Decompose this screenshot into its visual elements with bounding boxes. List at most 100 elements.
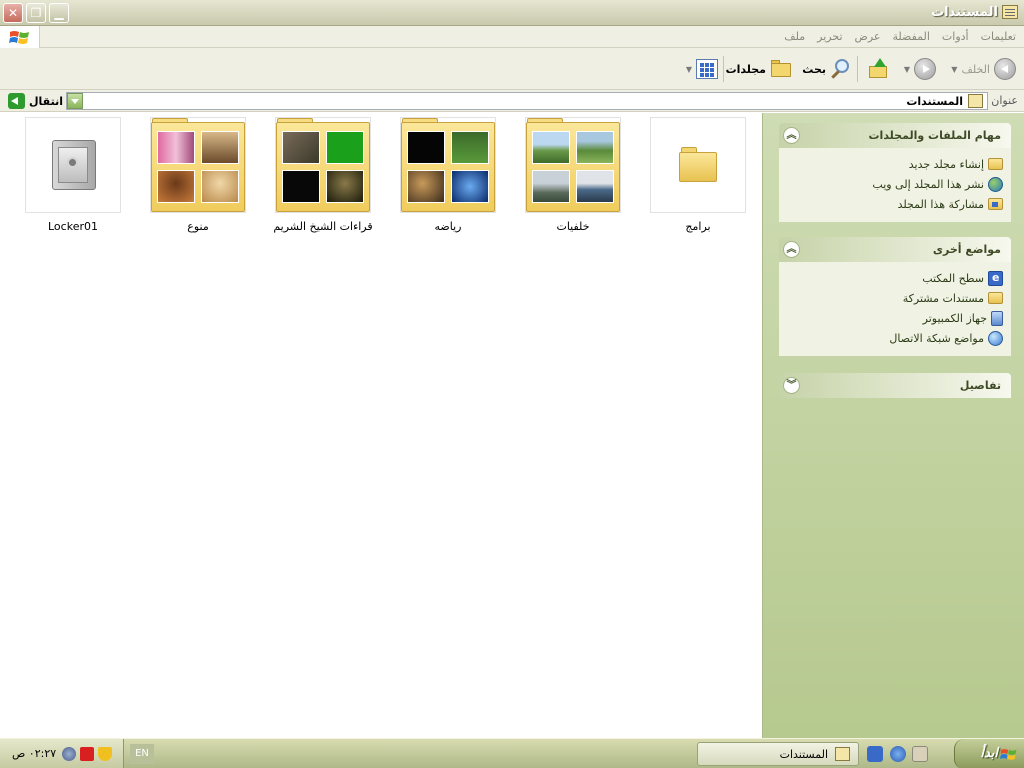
panel-header[interactable]: تفاصيل ︾	[779, 373, 1011, 398]
maximize-button[interactable]: ❐	[26, 3, 46, 23]
desktop-link[interactable]: سطح المكتب	[787, 268, 1003, 288]
network-places-link[interactable]: مواضع شبكة الاتصال	[787, 328, 1003, 348]
views-dropdown-icon[interactable]: ▼	[686, 65, 692, 74]
desktop-icon	[988, 270, 1003, 286]
file-list[interactable]: برامج خلفيات رياضه قراءات الشيخ الشريم م…	[0, 113, 762, 738]
folder-thumbnail	[400, 117, 496, 213]
internet-explorer-icon[interactable]	[867, 746, 883, 762]
folder-item[interactable]: رياضه	[398, 117, 498, 233]
menu-view[interactable]: عرض	[855, 30, 881, 43]
start-label: ابدأ	[980, 746, 998, 761]
taskbar-window-button[interactable]: المستندات	[697, 742, 859, 766]
item-label: خلفيات	[556, 220, 590, 233]
windows-logo	[0, 26, 40, 48]
address-field[interactable]: المستندات	[66, 92, 988, 110]
item-label: برامج	[685, 220, 711, 233]
item-label: منوع	[187, 220, 209, 233]
minimize-icon: ▁	[54, 6, 64, 20]
folder-icon	[988, 292, 1003, 304]
address-dropdown-icon[interactable]	[67, 93, 83, 109]
folder-item[interactable]: قراءات الشيخ الشريم	[273, 117, 373, 233]
item-label: رياضه	[434, 220, 462, 233]
panel-title: مهام الملفات والمجلدات	[868, 129, 1002, 142]
close-button[interactable]: ✕	[3, 3, 23, 23]
up-button[interactable]	[867, 56, 889, 82]
back-button[interactable]: الخلف ▼	[951, 56, 1016, 82]
start-button[interactable]: ابدأ	[954, 739, 1024, 768]
network-icon	[988, 330, 1003, 346]
antivirus-icon[interactable]	[80, 747, 94, 761]
folder-item[interactable]: برامج	[648, 117, 748, 233]
back-arrow-icon	[994, 58, 1016, 80]
address-bar: عنوان المستندات انتقال	[0, 90, 1024, 112]
folder-icon	[770, 60, 792, 78]
taskbar-window-label: المستندات	[779, 748, 828, 761]
folders-button[interactable]: مجلدات	[726, 56, 792, 82]
file-item[interactable]: Locker01	[23, 117, 123, 233]
address-label: عنوان	[991, 94, 1018, 107]
folder-item[interactable]: منوع	[148, 117, 248, 233]
folder-item[interactable]: خلفيات	[523, 117, 623, 233]
share-folder-link[interactable]: مشاركة هذا المجلد	[787, 194, 1003, 214]
expand-icon[interactable]: ︾	[783, 377, 800, 394]
details-panel: تفاصيل ︾	[779, 373, 1011, 398]
computer-icon	[991, 310, 1003, 326]
documents-folder-icon	[835, 747, 850, 761]
views-button[interactable]: ▼	[686, 56, 718, 82]
folder-up-icon	[867, 58, 889, 80]
item-label: قراءات الشيخ الشريم	[273, 220, 373, 233]
back-dropdown-icon[interactable]: ▼	[951, 65, 957, 74]
documents-folder-icon	[968, 94, 983, 108]
taskbar: ابدأ المستندات EN ٠٢:٢٧ ص	[0, 738, 1024, 768]
close-icon: ✕	[7, 6, 19, 20]
folders-label: مجلدات	[725, 62, 766, 76]
collapse-icon[interactable]: ︽	[783, 127, 800, 144]
forward-button[interactable]: ▼	[904, 56, 936, 82]
go-arrow-icon	[8, 93, 25, 109]
show-desktop-icon[interactable]	[912, 746, 928, 762]
go-button[interactable]: انتقال	[8, 93, 63, 109]
views-grid-icon	[696, 59, 718, 79]
panel-title: مواضع أخرى	[932, 243, 1001, 256]
share-folder-icon	[988, 198, 1003, 210]
go-label: انتقال	[29, 94, 63, 108]
my-computer-link[interactable]: جهاز الكمبيوتر	[787, 308, 1003, 328]
network-tray-icon[interactable]	[62, 747, 76, 761]
forward-dropdown-icon[interactable]: ▼	[904, 65, 910, 74]
menu-file[interactable]: ملف	[784, 30, 805, 43]
documents-folder-icon	[1002, 5, 1018, 19]
clock: ٠٢:٢٧ ص	[12, 747, 57, 760]
folder-icon	[679, 146, 717, 184]
search-button[interactable]: بحث	[802, 56, 852, 82]
search-label: بحث	[802, 62, 826, 76]
security-shield-icon[interactable]	[98, 747, 112, 761]
publish-web-link[interactable]: نشر هذا المجلد إلى ويب	[787, 174, 1003, 194]
menu-edit[interactable]: تحرير	[817, 30, 842, 43]
address-value: المستندات	[906, 95, 963, 108]
toolbar: الخلف ▼ ▼ بحث مجلدات ▼	[0, 48, 1024, 90]
menu-tools[interactable]: أدوات	[942, 30, 969, 43]
magnifier-icon	[830, 58, 852, 80]
media-player-icon[interactable]	[890, 746, 906, 762]
folder-thumbnail	[275, 117, 371, 213]
task-pane: مهام الملفات والمجلدات ︽ إنشاء مجلد جديد…	[762, 113, 1024, 738]
safe-icon	[52, 140, 96, 190]
menu-favorites[interactable]: المفضلة	[892, 30, 929, 43]
shared-documents-link[interactable]: مستندات مشتركة	[787, 288, 1003, 308]
windows-logo-icon	[1000, 749, 1017, 760]
new-folder-link[interactable]: إنشاء مجلد جديد	[787, 154, 1003, 174]
file-tasks-panel: مهام الملفات والمجلدات ︽ إنشاء مجلد جديد…	[779, 123, 1011, 222]
panel-header[interactable]: مهام الملفات والمجلدات ︽	[779, 123, 1011, 148]
menu-bar: ملف تحرير عرض المفضلة أدوات تعليمات	[0, 26, 1024, 48]
collapse-icon[interactable]: ︽	[783, 241, 800, 258]
folder-thumbnail	[150, 117, 246, 213]
language-indicator[interactable]: EN	[130, 744, 154, 764]
panel-title: تفاصيل	[959, 379, 1001, 392]
new-folder-icon	[988, 158, 1003, 170]
title-bar[interactable]: المستندات ✕ ❐ ▁	[0, 0, 1024, 26]
system-tray: ٠٢:٢٧ ص	[0, 739, 124, 768]
menu-help[interactable]: تعليمات	[981, 30, 1016, 43]
minimize-button[interactable]: ▁	[49, 3, 69, 23]
panel-header[interactable]: مواضع أخرى ︽	[779, 237, 1011, 262]
windows-logo-icon	[9, 31, 29, 44]
